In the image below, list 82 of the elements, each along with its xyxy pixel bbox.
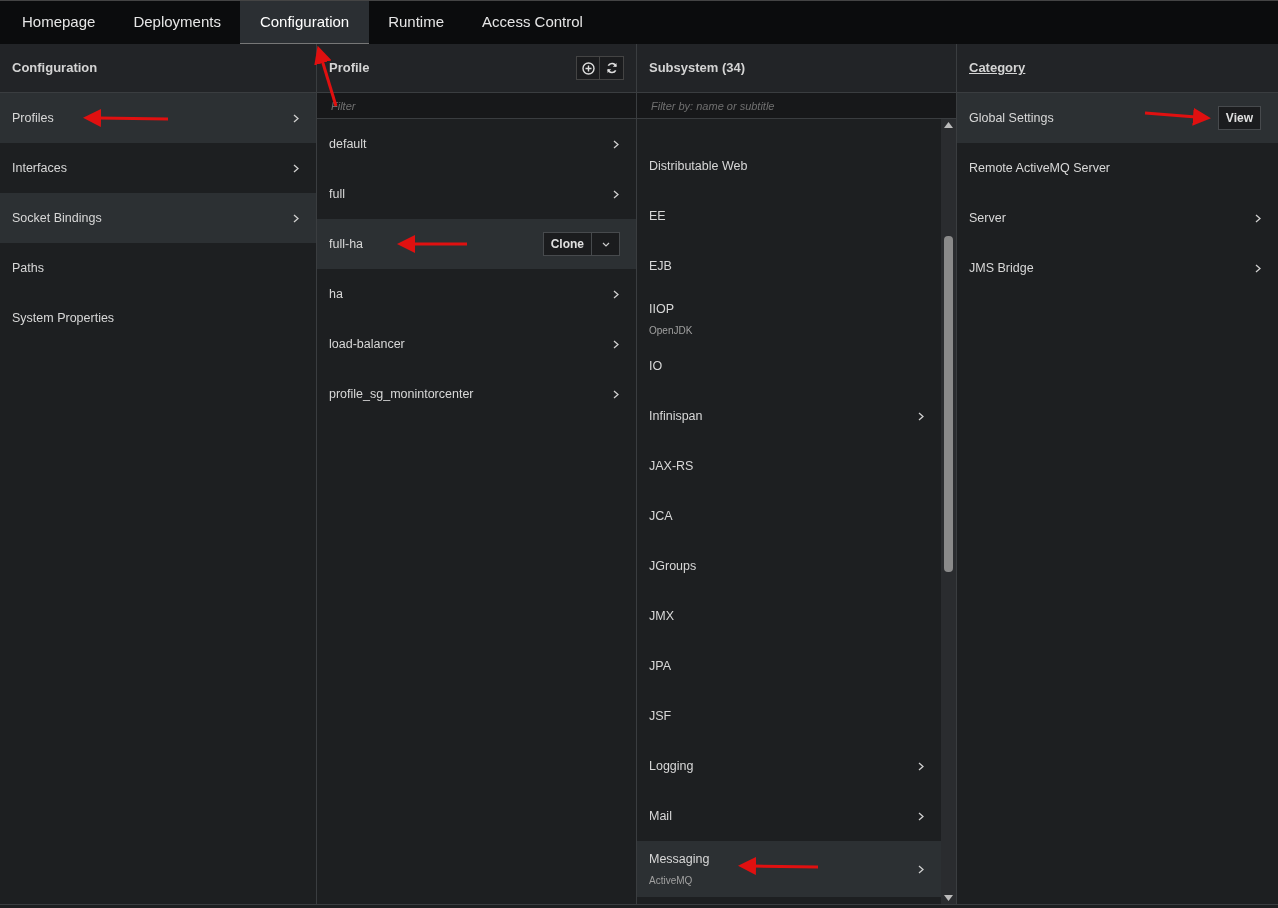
list-item[interactable]: JAX-RS <box>637 441 941 491</box>
annotation-arrow <box>397 235 467 253</box>
nav-tab[interactable]: Deployments <box>114 1 240 44</box>
item-label: Distributable Web <box>649 157 748 175</box>
item-subtitle: OpenJDK <box>649 323 693 338</box>
item-label: Server <box>969 209 1006 227</box>
annotation-arrow <box>1144 107 1211 126</box>
list-item[interactable]: EE <box>637 191 941 241</box>
list-item[interactable]: EJB <box>637 241 941 291</box>
list-item[interactable]: Messaging ActiveMQ <box>637 841 941 897</box>
item-label: Logging <box>649 757 694 775</box>
nav-tab[interactable]: Homepage <box>3 1 115 44</box>
list-item[interactable]: Mail <box>637 791 941 841</box>
nav-tab[interactable]: Configuration <box>239 1 370 44</box>
item-label: Socket Bindings <box>12 209 102 227</box>
list-item[interactable]: JMX <box>637 591 941 641</box>
list-item[interactable]: Paths <box>0 243 316 293</box>
item-label: full <box>329 185 345 203</box>
item-label: IO <box>649 357 663 375</box>
item-label: default <box>329 135 367 153</box>
list-item[interactable]: full <box>317 169 636 219</box>
item-label: JGroups <box>649 557 697 575</box>
filter-field[interactable]: Filter by: name or subtitle <box>637 93 956 119</box>
item-label: Infinispan <box>649 407 703 425</box>
scrollbar[interactable] <box>941 119 956 904</box>
item-label: full-ha <box>329 235 364 253</box>
scroll-down-icon[interactable] <box>944 895 953 901</box>
list-item[interactable]: Distributable Web <box>637 141 941 191</box>
item-label: EJB <box>649 257 672 275</box>
nav-tab[interactable]: Runtime <box>369 1 464 44</box>
caret-icon <box>601 241 610 247</box>
item-label: Mail <box>649 807 672 825</box>
column-title: Profile <box>329 59 370 78</box>
list-item[interactable]: Remote ActiveMQ Server <box>957 143 1278 193</box>
list-item[interactable]: Profiles <box>0 93 316 143</box>
refresh-icon[interactable] <box>600 56 624 80</box>
item-label: JMX <box>649 607 674 625</box>
list-item[interactable]: full-ha Clone <box>317 219 636 269</box>
list-item[interactable]: JGroups <box>637 541 941 591</box>
list-item[interactable]: System Properties <box>0 293 316 343</box>
item-subtitle: ActiveMQ <box>649 873 694 888</box>
item-label: Messaging <box>649 851 710 869</box>
item-label: profile_sg_monintorcenter <box>329 385 474 403</box>
list-item[interactable]: JCA <box>637 491 941 541</box>
item-label: JMS Bridge <box>969 259 1034 277</box>
item-label: Remote ActiveMQ Server <box>969 159 1110 177</box>
list-item[interactable]: JMS Bridge <box>957 243 1278 293</box>
item-label: Global Settings <box>969 109 1054 127</box>
item-label: EE <box>649 207 666 225</box>
list-item[interactable]: Server <box>957 193 1278 243</box>
list-item[interactable]: JSF <box>637 691 941 741</box>
list-item[interactable]: load-balancer <box>317 319 636 369</box>
nav-tab[interactable]: Access Control <box>463 1 602 44</box>
scrollbar-thumb[interactable] <box>944 236 953 572</box>
item-label: Interfaces <box>12 159 67 177</box>
list-item[interactable]: Socket Bindings <box>0 193 316 243</box>
list-item[interactable]: ha <box>317 269 636 319</box>
item-label: load-balancer <box>329 335 405 353</box>
scroll-up-icon[interactable] <box>944 122 953 128</box>
column-title: Category <box>969 59 1026 78</box>
list-item[interactable]: Logging <box>637 741 941 791</box>
item-label: IIOP <box>649 301 675 319</box>
column-title: Subsystem (34) <box>649 59 746 78</box>
list-item[interactable]: default <box>317 119 636 169</box>
filter-field[interactable]: Filter <box>317 93 636 119</box>
item-label: ha <box>329 285 343 303</box>
column-title: Configuration <box>12 59 98 78</box>
list-item[interactable]: JPA <box>637 641 941 691</box>
item-label: JAX-RS <box>649 457 694 475</box>
list-item[interactable]: Global Settings View <box>957 93 1278 143</box>
add-icon[interactable] <box>576 56 600 80</box>
item-label: Profiles <box>12 109 54 127</box>
action-button[interactable]: View <box>1217 106 1261 130</box>
item-label: System Properties <box>12 309 115 327</box>
item-label: JCA <box>649 507 673 525</box>
list-item[interactable]: profile_sg_monintorcenter <box>317 369 636 419</box>
item-label: JPA <box>649 657 671 675</box>
item-label: JSF <box>649 707 672 725</box>
list-item[interactable]: Interfaces <box>0 143 316 193</box>
action-button[interactable]: Clone <box>542 232 592 256</box>
list-item[interactable]: Infinispan <box>637 391 941 441</box>
item-label: Paths <box>12 259 44 277</box>
